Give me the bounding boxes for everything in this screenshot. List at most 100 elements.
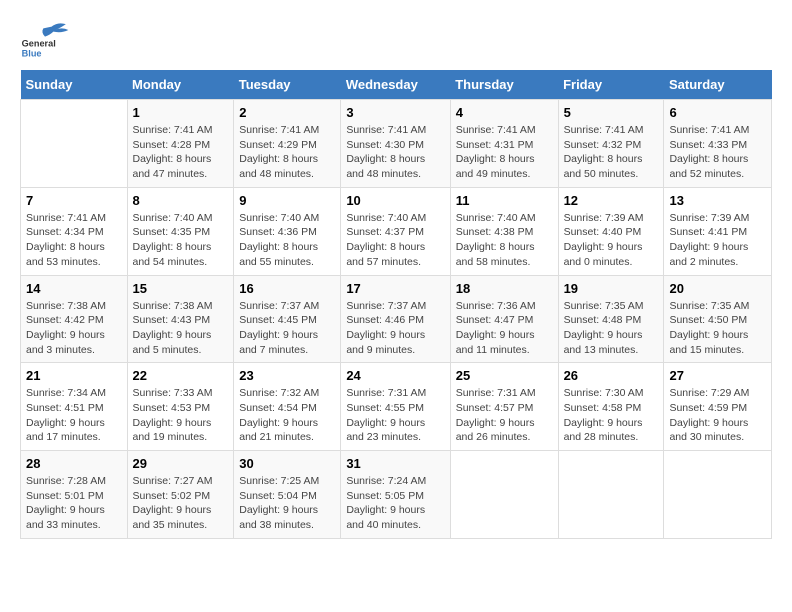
svg-text:Blue: Blue <box>22 49 42 59</box>
day-info: Sunrise: 7:41 AMSunset: 4:32 PMDaylight:… <box>564 123 659 182</box>
weekday-thursday: Thursday <box>450 70 558 100</box>
day-info: Sunrise: 7:41 AMSunset: 4:29 PMDaylight:… <box>239 123 335 182</box>
calendar-cell: 26Sunrise: 7:30 AMSunset: 4:58 PMDayligh… <box>558 363 664 451</box>
day-info: Sunrise: 7:31 AMSunset: 4:55 PMDaylight:… <box>346 386 444 445</box>
day-number: 27 <box>669 368 766 383</box>
calendar-cell: 12 Sunrise: 7:39 AMSunset: 4:40 PMDayligh… <box>558 187 664 275</box>
day-info: Sunrise: 7:29 AMSunset: 4:59 PMDaylight:… <box>669 386 766 445</box>
day-number: 9 <box>239 193 335 208</box>
calendar-cell: 17 Sunrise: 7:37 AMSunset: 4:46 PMDayligh… <box>341 275 450 363</box>
weekday-wednesday: Wednesday <box>341 70 450 100</box>
day-info: Sunrise: 7:37 AMSunset: 4:46 PMDaylight:… <box>346 299 444 358</box>
day-number: 12 <box>564 193 659 208</box>
weekday-tuesday: Tuesday <box>234 70 341 100</box>
day-info: Sunrise: 7:41 AMSunset: 4:30 PMDaylight:… <box>346 123 444 182</box>
calendar-cell <box>664 451 772 539</box>
day-number: 16 <box>239 281 335 296</box>
calendar-cell: 19Sunrise: 7:35 AMSunset: 4:48 PMDayligh… <box>558 275 664 363</box>
day-info: Sunrise: 7:33 AMSunset: 4:53 PMDaylight:… <box>133 386 229 445</box>
calendar-cell: 24 Sunrise: 7:31 AMSunset: 4:55 PMDayligh… <box>341 363 450 451</box>
calendar-cell: 4 Sunrise: 7:41 AMSunset: 4:31 PMDaylight… <box>450 100 558 188</box>
calendar-cell: 13 Sunrise: 7:39 AMSunset: 4:41 PMDayligh… <box>664 187 772 275</box>
calendar-cell: 14 Sunrise: 7:38 AMSunset: 4:42 PMDayligh… <box>21 275 128 363</box>
day-number: 18 <box>456 281 553 296</box>
calendar-cell: 11Sunrise: 7:40 AMSunset: 4:38 PMDayligh… <box>450 187 558 275</box>
weekday-header-row: SundayMondayTuesdayWednesdayThursdayFrid… <box>21 70 772 100</box>
day-info: Sunrise: 7:40 AMSunset: 4:35 PMDaylight:… <box>133 211 229 270</box>
calendar-cell: 29 Sunrise: 7:27 AMSunset: 5:02 PMDayligh… <box>127 451 234 539</box>
svg-text:General: General <box>22 39 56 49</box>
day-number: 10 <box>346 193 444 208</box>
day-number: 7 <box>26 193 122 208</box>
calendar-cell: 16 Sunrise: 7:37 AMSunset: 4:45 PMDayligh… <box>234 275 341 363</box>
calendar-cell: 18Sunrise: 7:36 AMSunset: 4:47 PMDayligh… <box>450 275 558 363</box>
calendar-cell: 7 Sunrise: 7:41 AMSunset: 4:34 PMDaylight… <box>21 187 128 275</box>
day-number: 14 <box>26 281 122 296</box>
weekday-sunday: Sunday <box>21 70 128 100</box>
calendar-cell: 3 Sunrise: 7:41 AMSunset: 4:30 PMDaylight… <box>341 100 450 188</box>
calendar-cell: 1 Sunrise: 7:41 AMSunset: 4:28 PMDaylight… <box>127 100 234 188</box>
day-info: Sunrise: 7:31 AMSunset: 4:57 PMDaylight:… <box>456 386 553 445</box>
calendar-cell: 6Sunrise: 7:41 AMSunset: 4:33 PMDaylight… <box>664 100 772 188</box>
calendar-cell: 5 Sunrise: 7:41 AMSunset: 4:32 PMDaylight… <box>558 100 664 188</box>
calendar-cell: 8 Sunrise: 7:40 AMSunset: 4:35 PMDaylight… <box>127 187 234 275</box>
day-number: 4 <box>456 105 553 120</box>
calendar-cell: 10 Sunrise: 7:40 AMSunset: 4:37 PMDayligh… <box>341 187 450 275</box>
logo: General Blue <box>20 20 70 60</box>
weekday-saturday: Saturday <box>664 70 772 100</box>
day-info: Sunrise: 7:41 AMSunset: 4:34 PMDaylight:… <box>26 211 122 270</box>
day-number: 30 <box>239 456 335 471</box>
calendar-cell: 23 Sunrise: 7:32 AMSunset: 4:54 PMDayligh… <box>234 363 341 451</box>
day-info: Sunrise: 7:34 AMSunset: 4:51 PMDaylight:… <box>26 386 122 445</box>
day-info: Sunrise: 7:39 AMSunset: 4:41 PMDaylight:… <box>669 211 766 270</box>
day-number: 11 <box>456 193 553 208</box>
calendar-cell <box>450 451 558 539</box>
day-number: 8 <box>133 193 229 208</box>
calendar-cell: 25 Sunrise: 7:31 AMSunset: 4:57 PMDayligh… <box>450 363 558 451</box>
day-info: Sunrise: 7:35 AMSunset: 4:50 PMDaylight:… <box>669 299 766 358</box>
page-header: General Blue <box>20 20 772 60</box>
week-row-1: 1 Sunrise: 7:41 AMSunset: 4:28 PMDaylight… <box>21 100 772 188</box>
day-info: Sunrise: 7:41 AMSunset: 4:28 PMDaylight:… <box>133 123 229 182</box>
day-number: 15 <box>133 281 229 296</box>
calendar-table: SundayMondayTuesdayWednesdayThursdayFrid… <box>20 70 772 539</box>
week-row-3: 14 Sunrise: 7:38 AMSunset: 4:42 PMDayligh… <box>21 275 772 363</box>
week-row-2: 7 Sunrise: 7:41 AMSunset: 4:34 PMDaylight… <box>21 187 772 275</box>
day-number: 31 <box>346 456 444 471</box>
day-number: 5 <box>564 105 659 120</box>
calendar-cell: 20 Sunrise: 7:35 AMSunset: 4:50 PMDayligh… <box>664 275 772 363</box>
day-info: Sunrise: 7:39 AMSunset: 4:40 PMDaylight:… <box>564 211 659 270</box>
calendar-cell: 27 Sunrise: 7:29 AMSunset: 4:59 PMDayligh… <box>664 363 772 451</box>
day-number: 1 <box>133 105 229 120</box>
day-number: 17 <box>346 281 444 296</box>
day-info: Sunrise: 7:40 AMSunset: 4:36 PMDaylight:… <box>239 211 335 270</box>
calendar-cell: 2 Sunrise: 7:41 AMSunset: 4:29 PMDaylight… <box>234 100 341 188</box>
week-row-5: 28Sunrise: 7:28 AMSunset: 5:01 PMDayligh… <box>21 451 772 539</box>
day-info: Sunrise: 7:41 AMSunset: 4:33 PMDaylight:… <box>669 123 766 182</box>
day-number: 21 <box>26 368 122 383</box>
day-info: Sunrise: 7:38 AMSunset: 4:43 PMDaylight:… <box>133 299 229 358</box>
day-number: 3 <box>346 105 444 120</box>
day-info: Sunrise: 7:37 AMSunset: 4:45 PMDaylight:… <box>239 299 335 358</box>
day-number: 13 <box>669 193 766 208</box>
day-number: 29 <box>133 456 229 471</box>
day-number: 2 <box>239 105 335 120</box>
calendar-cell: 21 Sunrise: 7:34 AMSunset: 4:51 PMDayligh… <box>21 363 128 451</box>
day-number: 19 <box>564 281 659 296</box>
day-number: 20 <box>669 281 766 296</box>
day-info: Sunrise: 7:24 AMSunset: 5:05 PMDaylight:… <box>346 474 444 533</box>
calendar-cell <box>558 451 664 539</box>
day-info: Sunrise: 7:32 AMSunset: 4:54 PMDaylight:… <box>239 386 335 445</box>
logo-icon: General Blue <box>20 20 70 60</box>
day-info: Sunrise: 7:41 AMSunset: 4:31 PMDaylight:… <box>456 123 553 182</box>
day-number: 25 <box>456 368 553 383</box>
calendar-cell: 22Sunrise: 7:33 AMSunset: 4:53 PMDayligh… <box>127 363 234 451</box>
day-number: 26 <box>564 368 659 383</box>
day-info: Sunrise: 7:38 AMSunset: 4:42 PMDaylight:… <box>26 299 122 358</box>
day-info: Sunrise: 7:27 AMSunset: 5:02 PMDaylight:… <box>133 474 229 533</box>
day-number: 23 <box>239 368 335 383</box>
day-info: Sunrise: 7:25 AMSunset: 5:04 PMDaylight:… <box>239 474 335 533</box>
day-number: 28 <box>26 456 122 471</box>
day-number: 24 <box>346 368 444 383</box>
day-info: Sunrise: 7:40 AMSunset: 4:37 PMDaylight:… <box>346 211 444 270</box>
